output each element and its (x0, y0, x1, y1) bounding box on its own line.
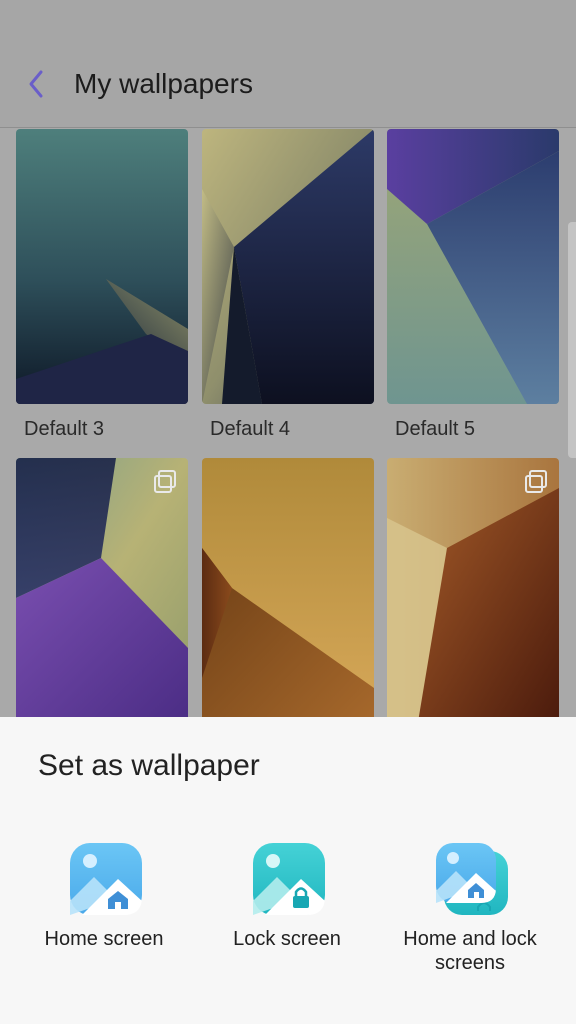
wallpaper-tile-default-4[interactable] (202, 129, 374, 404)
wallpaper-tile[interactable] (202, 458, 374, 719)
status-bar (0, 0, 576, 48)
lock-screen-icon (251, 841, 327, 917)
wallpaper-thumbnail (387, 458, 559, 719)
wallpaper-thumbnail (202, 458, 374, 719)
chevron-left-icon (29, 70, 43, 98)
home-and-lock-screens-icon (434, 841, 510, 917)
set-wallpaper-sheet: Set as wallpaper Home screen Lock screen… (0, 717, 576, 1024)
wallpaper-label: Default 4 (210, 418, 291, 440)
wallpaper-label: Default 5 (395, 418, 476, 440)
wallpaper-tile[interactable] (387, 458, 559, 719)
multi-image-icon (523, 469, 549, 495)
home-and-lock-screens-option[interactable]: Home and lock screens (374, 841, 566, 991)
option-label: Lock screen (233, 928, 341, 950)
wallpaper-tile-default-3[interactable] (16, 129, 188, 404)
app-bar: My wallpapers (0, 48, 576, 128)
home-screen-icon (68, 841, 144, 917)
sheet-title: Set as wallpaper (38, 749, 260, 782)
wallpaper-tile[interactable] (16, 458, 188, 719)
wallpaper-thumbnail (387, 129, 559, 404)
back-button[interactable] (18, 64, 58, 104)
wallpaper-grid: Default 3 Default 4 Default 5 (0, 129, 576, 719)
wallpaper-label: Default 3 (24, 418, 105, 440)
wallpaper-thumbnail (16, 129, 188, 404)
wallpaper-thumbnail (16, 458, 188, 719)
option-label: Home screen (44, 928, 164, 950)
wallpaper-thumbnail (202, 129, 374, 404)
wallpaper-tile-default-5[interactable] (387, 129, 559, 404)
home-screen-option[interactable]: Home screen (8, 841, 200, 991)
option-label: Home and lock screens (403, 928, 537, 974)
lock-screen-option[interactable]: Lock screen (191, 841, 383, 991)
multi-image-icon (152, 469, 178, 495)
page-title: My wallpapers (74, 68, 253, 99)
scrollbar-handle[interactable] (568, 222, 576, 458)
